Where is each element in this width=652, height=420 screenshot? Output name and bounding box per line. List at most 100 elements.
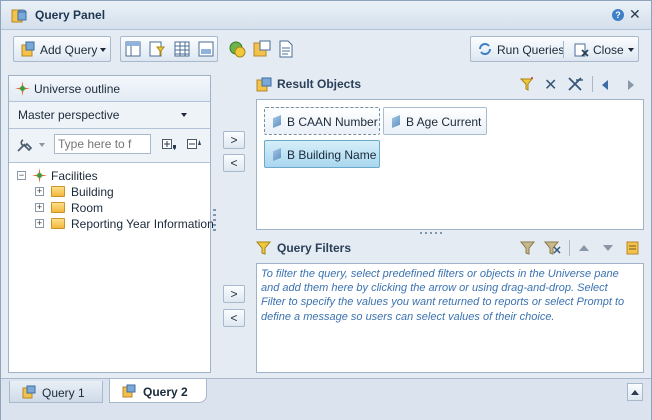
filter-view-icon[interactable] — [149, 41, 165, 57]
result-object-label: B Age Current — [406, 115, 482, 129]
measure-object-icon — [273, 115, 281, 128]
tree-node-room[interactable]: + Room — [35, 200, 210, 216]
tools-icon[interactable] — [16, 137, 34, 153]
query-properties-icon[interactable] — [253, 40, 271, 58]
header-divider — [569, 240, 570, 256]
chevron-down-icon — [628, 48, 634, 52]
add-to-filters-button[interactable]: > — [223, 285, 245, 303]
tree-node-building[interactable]: + Building — [35, 184, 210, 200]
remove-from-results-button[interactable]: < — [223, 154, 245, 172]
measure-object-icon — [273, 148, 281, 161]
run-queries-button[interactable]: Run Queries — [497, 43, 564, 57]
collapse-all-icon[interactable] — [187, 139, 203, 151]
predefined-filter-icon[interactable] — [520, 241, 535, 255]
result-objects-icon — [256, 77, 272, 92]
remove-all-icon[interactable] — [567, 76, 584, 92]
perspective-value: Master perspective — [18, 108, 120, 122]
title-bar: Query Panel ? ✕ — [1, 1, 651, 30]
expand-toggle-icon[interactable]: + — [35, 187, 44, 196]
tab-query-1[interactable]: Query 1 — [9, 381, 103, 403]
expand-toggle-icon[interactable]: + — [35, 219, 44, 228]
folder-icon — [51, 186, 65, 197]
move-down-icon[interactable] — [603, 245, 613, 251]
result-object-b-caan-number[interactable]: B CAAN Number — [264, 107, 380, 135]
chevron-down-icon[interactable] — [39, 143, 45, 147]
expand-toggle-icon[interactable]: + — [35, 203, 44, 212]
query-tab-bar: Query 1 Query 2 — [1, 378, 651, 420]
remove-icon[interactable]: ✕ — [544, 75, 557, 95]
query-panel-window: Query Panel ? ✕ Add Query Run Queries Cl… — [0, 0, 652, 420]
collapse-toggle-icon[interactable]: − — [17, 171, 26, 180]
view-toggle-group — [120, 36, 218, 62]
scroll-left-icon[interactable] — [602, 80, 608, 90]
window-title: Query Panel — [35, 8, 106, 22]
main-toolbar: Add Query Run Queries Close — [1, 31, 651, 67]
folder-icon — [51, 202, 65, 213]
add-query-label: Add Query — [40, 43, 98, 57]
universe-outline-label: Universe outline — [34, 82, 121, 96]
data-preview-icon[interactable] — [198, 41, 214, 57]
grid-view-icon[interactable] — [174, 41, 190, 57]
universe-icon — [15, 81, 30, 96]
add-to-results-button[interactable]: > — [223, 131, 245, 149]
remove-from-filters-button[interactable]: < — [223, 309, 245, 327]
tree-label: Building — [71, 185, 114, 199]
run-close-group: Run Queries Close — [470, 36, 639, 62]
query-icon — [22, 385, 36, 399]
result-object-b-building-name[interactable]: B Building Name — [264, 140, 380, 168]
tree-node-facilities[interactable]: − Facilities — [17, 168, 207, 184]
remove-filter-icon[interactable] — [544, 241, 561, 255]
result-objects-pane: B CAAN Number B Age Current B Building N… — [256, 99, 644, 230]
vertical-splitter[interactable] — [213, 209, 216, 231]
tree-node-reporting-year-information[interactable]: + Reporting Year Information — [35, 216, 214, 232]
expand-all-icon[interactable] — [162, 139, 178, 151]
chevron-down-icon — [100, 48, 106, 52]
tree-label: Reporting Year Information — [71, 217, 214, 231]
combined-query-icon[interactable] — [228, 40, 246, 58]
sql-viewer-icon[interactable] — [278, 40, 294, 58]
chevron-up-icon — [631, 390, 639, 395]
search-input[interactable] — [54, 134, 151, 154]
universe-search-bar — [9, 129, 210, 163]
tab-label: Query 1 — [42, 386, 85, 400]
folder-icon — [51, 218, 65, 229]
move-up-icon[interactable] — [579, 245, 589, 251]
tree-label: Facilities — [51, 169, 98, 183]
filter-icon — [256, 241, 271, 255]
perspective-select[interactable]: Master perspective — [9, 102, 210, 129]
refresh-icon — [479, 43, 491, 55]
result-object-label: B CAAN Number — [287, 115, 378, 129]
close-button[interactable]: Close — [593, 43, 624, 57]
query-filters-help-text: To filter the query, select predefined f… — [261, 268, 625, 323]
scroll-right-icon[interactable] — [628, 80, 634, 90]
query-panel-icon — [11, 9, 27, 23]
universe-pane: Universe outline Master perspective − — [8, 75, 214, 373]
query-icon — [122, 384, 136, 398]
query-filters-pane: To filter the query, select predefined f… — [256, 263, 644, 373]
add-filter-icon[interactable] — [520, 77, 536, 92]
result-objects-title: Result Objects — [277, 77, 362, 91]
tree-label: Room — [71, 201, 104, 215]
expand-panel-button[interactable] — [627, 383, 643, 401]
add-query-icon — [21, 41, 35, 57]
horizontal-splitter[interactable] — [420, 232, 444, 234]
tab-query-2[interactable]: Query 2 — [109, 379, 207, 403]
result-object-b-age-current[interactable]: B Age Current — [383, 107, 487, 135]
query-filters-header: Query Filters — [256, 237, 646, 259]
add-query-button[interactable]: Add Query — [13, 36, 111, 62]
tab-label: Query 2 — [143, 385, 188, 399]
chevron-down-icon — [181, 113, 187, 117]
measure-object-icon — [392, 115, 400, 128]
query-filters-title: Query Filters — [277, 241, 352, 255]
outline-view-icon[interactable] — [125, 41, 141, 57]
universe-outline-header: Universe outline — [9, 76, 210, 102]
header-divider — [592, 76, 593, 92]
filter-options-icon[interactable] — [626, 241, 639, 255]
close-window-button[interactable]: ✕ — [629, 6, 641, 23]
result-objects-header: Result Objects ✕ — [256, 73, 646, 95]
toolbar-divider — [563, 41, 564, 58]
help-icon[interactable]: ? — [612, 9, 624, 21]
close-query-icon — [574, 43, 589, 57]
universe-icon — [32, 168, 47, 183]
result-object-label: B Building Name — [287, 148, 377, 162]
